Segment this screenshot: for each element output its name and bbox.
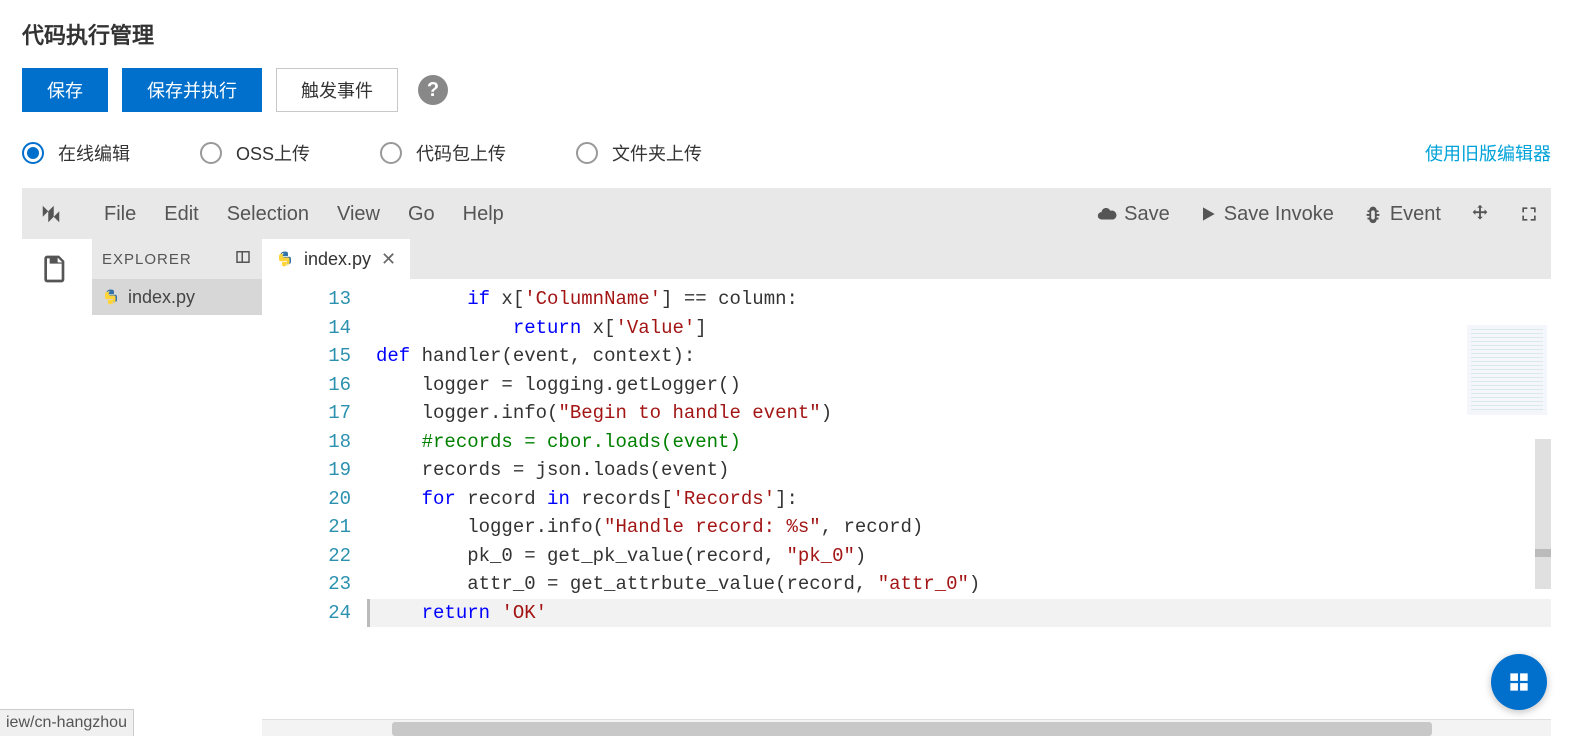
- ide-fullscreen-button[interactable]: [1519, 204, 1539, 224]
- bug-icon: [1362, 203, 1384, 225]
- code-content[interactable]: if x['ColumnName'] == column: return x['…: [367, 279, 1551, 719]
- explorer-title: EXPLORER: [102, 251, 192, 268]
- cloud-upload-icon: [1096, 203, 1118, 225]
- radio-oss-upload[interactable]: OSS上传: [200, 140, 310, 166]
- ide-save-invoke-label: Save Invoke: [1224, 203, 1334, 226]
- ide-event-label: Event: [1390, 203, 1441, 226]
- menu-go[interactable]: Go: [394, 203, 449, 226]
- menu-help[interactable]: Help: [449, 203, 518, 226]
- ide-save-invoke-button[interactable]: Save Invoke: [1198, 203, 1334, 226]
- explorer-panel: EXPLORER index.py: [92, 239, 262, 719]
- radio-online-edit[interactable]: 在线编辑: [22, 140, 130, 166]
- radio-label: 在线编辑: [58, 140, 130, 166]
- trigger-event-button[interactable]: 触发事件: [276, 68, 398, 112]
- radio-icon: [22, 142, 44, 164]
- radio-label: OSS上传: [236, 140, 310, 166]
- command-palette-icon[interactable]: [34, 203, 68, 225]
- menu-selection[interactable]: Selection: [213, 203, 323, 226]
- code-editor[interactable]: 131415161718192021222324 if x['ColumnNam…: [262, 279, 1551, 719]
- ide-save-label: Save: [1124, 203, 1170, 226]
- python-file-icon: [276, 250, 294, 268]
- horizontal-scrollbar[interactable]: [262, 719, 1551, 736]
- python-file-icon: [102, 288, 120, 306]
- menu-view[interactable]: View: [323, 203, 394, 226]
- menu-file[interactable]: File: [90, 203, 150, 226]
- play-icon: [1198, 204, 1218, 224]
- ide-move-button[interactable]: [1469, 203, 1491, 225]
- floating-action-button[interactable]: [1491, 654, 1547, 710]
- tabbar: index.py ✕: [262, 239, 1551, 279]
- menu-edit[interactable]: Edit: [150, 203, 212, 226]
- radio-folder-upload[interactable]: 文件夹上传: [576, 140, 702, 166]
- radio-icon: [576, 142, 598, 164]
- editor-area: index.py ✕ 131415161718192021222324 if x…: [262, 239, 1551, 719]
- close-icon[interactable]: ✕: [381, 249, 396, 270]
- line-number-gutter: 131415161718192021222324: [262, 279, 367, 719]
- use-legacy-editor-link[interactable]: 使用旧版编辑器: [1425, 140, 1551, 166]
- ide-container: File Edit Selection View Go Help Save Sa…: [22, 188, 1551, 736]
- help-icon[interactable]: ?: [418, 75, 448, 105]
- radio-label: 文件夹上传: [612, 140, 702, 166]
- explorer-file-label: index.py: [128, 287, 195, 308]
- ide-event-button[interactable]: Event: [1362, 203, 1441, 226]
- radio-icon: [200, 142, 222, 164]
- panel-toggle-icon[interactable]: [234, 248, 252, 270]
- move-icon: [1469, 203, 1491, 225]
- tab-filename: index.py: [304, 249, 371, 270]
- status-bar-fragment: iew/cn-hangzhou: [0, 709, 134, 736]
- explorer-file-item[interactable]: index.py: [92, 279, 262, 315]
- radio-icon: [380, 142, 402, 164]
- activity-bar: [22, 239, 92, 719]
- save-button[interactable]: 保存: [22, 68, 108, 112]
- files-icon[interactable]: [39, 253, 75, 289]
- save-execute-button[interactable]: 保存并执行: [122, 68, 262, 112]
- expand-icon: [1519, 204, 1539, 224]
- grid-icon: [1506, 669, 1532, 695]
- radio-label: 代码包上传: [416, 140, 506, 166]
- editor-tab[interactable]: index.py ✕: [262, 239, 410, 279]
- page-title: 代码执行管理: [22, 0, 1551, 68]
- vertical-scrollbar[interactable]: [1535, 439, 1551, 589]
- scrollbar-thumb[interactable]: [392, 722, 1432, 736]
- explorer-header: EXPLORER: [92, 239, 262, 279]
- ide-save-button[interactable]: Save: [1096, 203, 1170, 226]
- ide-menubar: File Edit Selection View Go Help Save Sa…: [22, 189, 1551, 239]
- radio-package-upload[interactable]: 代码包上传: [380, 140, 506, 166]
